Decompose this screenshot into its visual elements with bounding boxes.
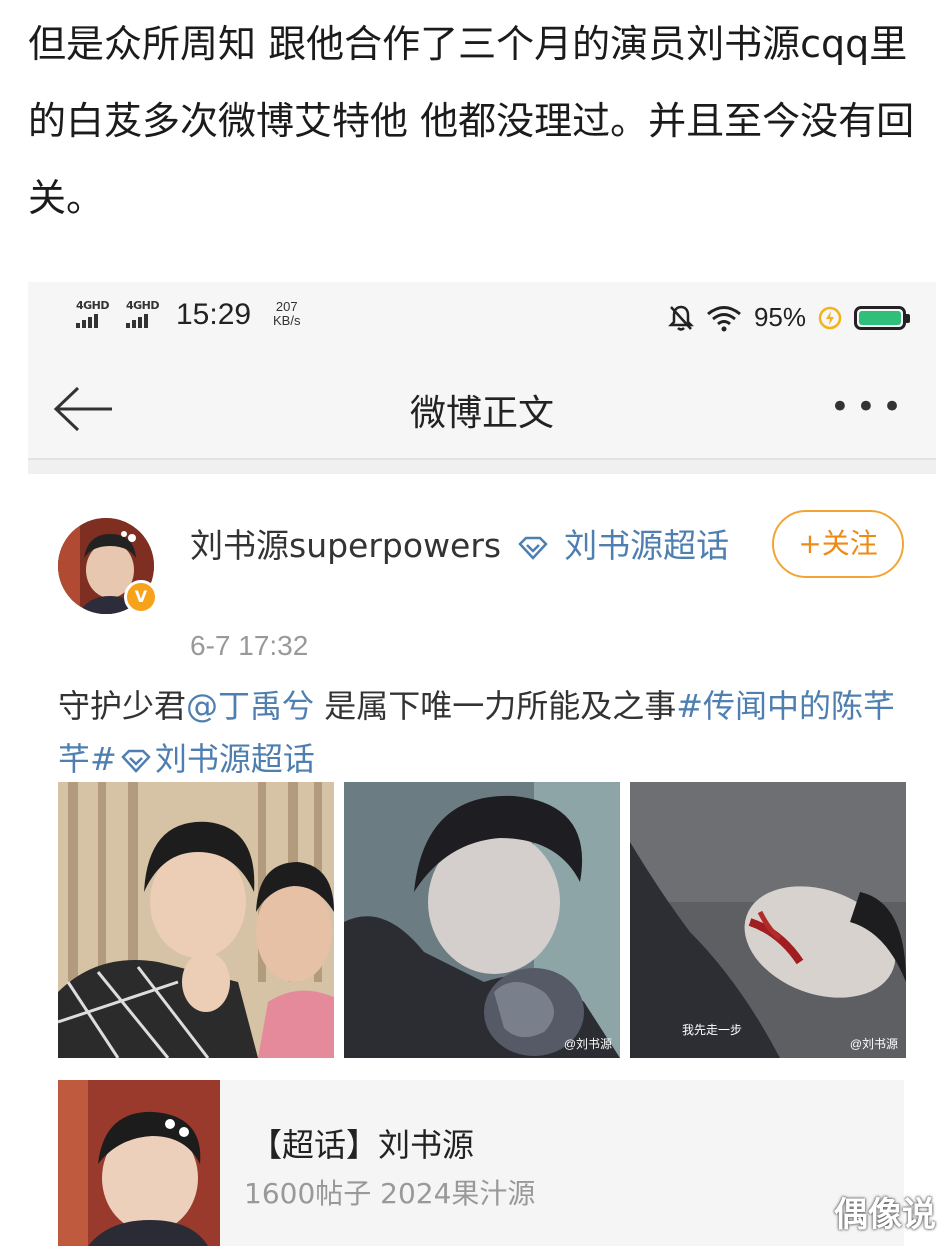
- mention-link[interactable]: @丁禹兮: [186, 687, 314, 725]
- nav-bar: 微博正文 •••: [28, 354, 936, 460]
- speed-value: 207: [275, 299, 298, 314]
- supertopic-link[interactable]: 刘书源超话: [117, 740, 315, 778]
- phone-screenshot: 4GHD 4GHD 15:29 207 KB/s 95% 微博正文 ••• V …: [28, 282, 936, 1246]
- supertopic-card[interactable]: 【超话】刘书源 1600帖子 2024果汁源: [58, 1080, 904, 1246]
- post-photo-1[interactable]: [58, 782, 334, 1058]
- image-watermark: 偶像说: [834, 1195, 936, 1235]
- username[interactable]: 刘书源superpowers: [190, 526, 501, 565]
- card-thumbnail: [58, 1080, 220, 1246]
- battery-icon: [854, 305, 910, 330]
- post-text-2: 是属下唯一力所能及之事: [314, 687, 677, 725]
- net-speed: 207 KB/s: [273, 300, 300, 328]
- post-photo-2[interactable]: @刘书源: [344, 782, 620, 1058]
- wifi-icon: [707, 305, 741, 331]
- photo-caption-3: 我先走一步: [682, 1023, 743, 1037]
- signal-1-icon: 4GHD: [76, 299, 110, 328]
- charging-icon: [818, 306, 842, 329]
- supertopic-label[interactable]: 刘书源超话: [564, 526, 729, 565]
- vip-badge-icon: V: [124, 580, 158, 614]
- divider: [28, 460, 936, 474]
- card-subtitle: 1600帖子 2024果汁源: [244, 1177, 536, 1210]
- post-author[interactable]: 刘书源superpowers 刘书源超话: [190, 520, 750, 572]
- post-text: 守护少君@丁禹兮 是属下唯一力所能及之事#传闻中的陈芊芊# 刘书源超话: [58, 680, 908, 786]
- mute-bell-icon: [667, 305, 694, 331]
- more-dots-icon[interactable]: •••: [830, 390, 908, 424]
- diamond-icon: [121, 749, 151, 773]
- photo-watermark-3: @刘书源: [849, 1037, 898, 1051]
- follow-button[interactable]: +关注: [772, 510, 904, 578]
- post-photo-3[interactable]: 我先走一步 @刘书源: [630, 782, 906, 1058]
- post-text-1: 守护少君: [58, 687, 187, 725]
- network-label-1: 4GHD: [76, 299, 110, 312]
- battery-percent: 95%: [753, 302, 806, 332]
- speed-unit: KB/s: [273, 313, 301, 328]
- clock: 15:29: [176, 298, 252, 331]
- diamond-icon: [517, 536, 548, 560]
- page-title: 微博正文: [409, 393, 554, 434]
- photo-watermark-2: @刘书源: [563, 1037, 612, 1051]
- supertopic-link-label[interactable]: 刘书源超话: [155, 740, 315, 778]
- intro-text: 但是众所周知 跟他合作了三个月的演员刘书源cqq里的白芨多次微博艾特他 他都没理…: [28, 22, 915, 220]
- network-label-2: 4GHD: [126, 299, 160, 312]
- status-bar: 4GHD 4GHD 15:29 207 KB/s 95%: [28, 282, 936, 354]
- card-title: 【超话】刘书源: [250, 1126, 475, 1164]
- signal-2-icon: 4GHD: [126, 299, 160, 328]
- post-time: 6-7 17:32: [190, 630, 309, 661]
